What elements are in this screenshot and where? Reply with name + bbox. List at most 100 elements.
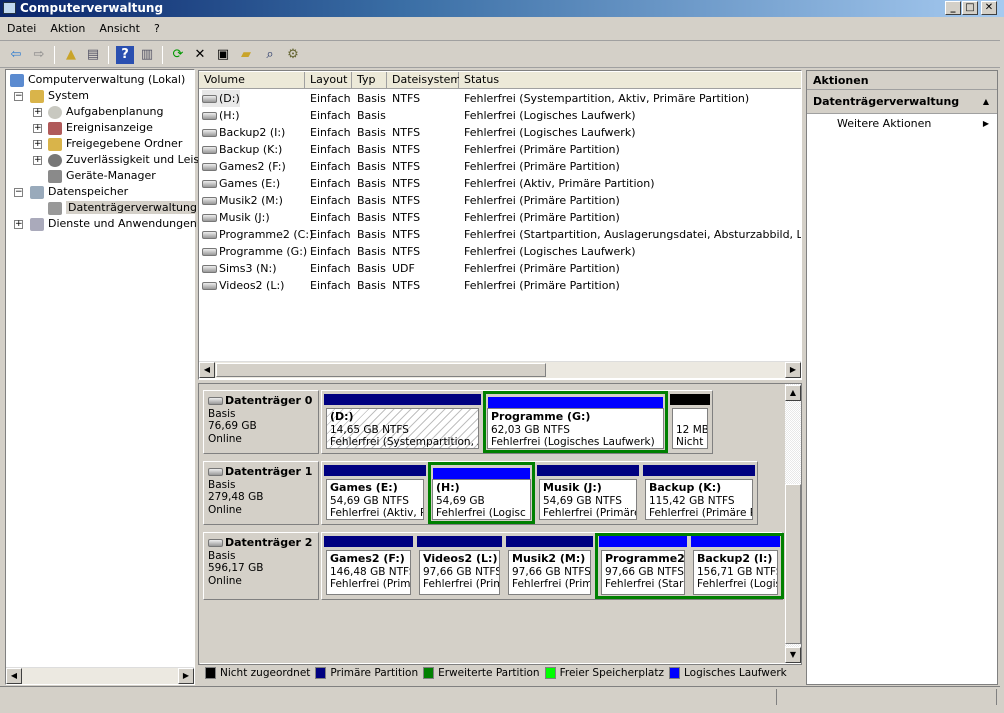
volume-cell: NTFS (392, 143, 421, 156)
column-header-layout[interactable]: Layout (305, 72, 352, 89)
tree-horizontal-scrollbar[interactable]: ◀ ▶ (6, 667, 194, 684)
expand-services[interactable]: + (14, 220, 23, 229)
partition[interactable]: Musik2 (M:) 97,66 GB NTFS Fehlerfrei (Prim (504, 533, 595, 599)
list-horizontal-scrollbar[interactable]: ◀ ▶ (199, 361, 801, 378)
partition-type-bar (643, 465, 755, 476)
expand-shared-folders[interactable]: + (33, 140, 42, 149)
partition[interactable]: Musik (J:) 54,69 GB NTFS Fehlerfrei (Primä… (535, 462, 641, 524)
maximize-button[interactable]: □ (962, 1, 978, 15)
scroll-thumb[interactable] (785, 484, 801, 644)
volume-row[interactable]: Programme2 (C:) Einfach Basis NTFS Fehlerfre… (199, 226, 801, 243)
volume-cell: Programme (G:) (219, 245, 308, 258)
column-header-status[interactable]: Status (459, 72, 801, 89)
volume-row[interactable]: Sims3 (N:) Einfach Basis UDF Fehlerfrei (Pri… (199, 260, 801, 277)
partition-type-bar (324, 394, 481, 405)
partition[interactable]: (D:) 14,65 GB NTFS Fehlerfrei (Systemparti… (322, 391, 483, 453)
partition-type-bar (417, 536, 502, 547)
volume-cell: Einfach (310, 228, 351, 241)
settings-icon[interactable]: ⚙ (284, 46, 302, 64)
volume-row[interactable]: Games2 (F:) Einfach Basis NTFS Fehlerfrei (P… (199, 158, 801, 175)
scroll-up-button[interactable]: ▲ (785, 385, 801, 401)
partition-name: Games (E:) (330, 481, 398, 494)
expand-event-viewer[interactable]: + (33, 124, 42, 133)
scroll-right-button[interactable]: ▶ (178, 668, 194, 684)
tree-item-device-manager[interactable]: Geräte-Manager (48, 168, 156, 184)
tree-item-system[interactable]: System (30, 88, 89, 104)
volume-cell: Basis (357, 177, 386, 190)
scroll-right-button[interactable]: ▶ (785, 362, 801, 378)
up-folder-icon[interactable]: ▲ (62, 46, 80, 64)
volume-row[interactable]: Games (E:) Einfach Basis NTFS Fehlerfrei (Ak… (199, 175, 801, 192)
partition[interactable]: Games2 (F:) 146,48 GB NTFS Fehlerfrei (Pri… (322, 533, 415, 599)
volume-cell: NTFS (392, 92, 421, 105)
drive-icon (202, 146, 217, 154)
volume-row[interactable]: (D:) Einfach Basis NTFS Fehlerfrei (Systempa… (199, 90, 801, 107)
volume-row[interactable]: Backup2 (I:) Einfach Basis NTFS Fehlerfrei (… (199, 124, 801, 141)
tree-item-task-scheduler[interactable]: Aufgabenplanung (48, 104, 164, 120)
refresh-icon[interactable]: ⟳ (169, 46, 187, 64)
tree-item-event-viewer[interactable]: Ereignisanzeige (48, 120, 153, 136)
volume-row[interactable]: (H:) Einfach Basis Fehlerfrei (Logisches La… (199, 107, 801, 124)
partition-status: Fehlerfrei (Prim (512, 578, 591, 590)
minimize-button[interactable]: _ (945, 1, 961, 15)
column-header-type[interactable]: Typ (352, 72, 387, 89)
forward-icon[interactable]: ⇨ (30, 46, 48, 64)
partition[interactable]: Videos2 (L:) 97,66 GB NTFS Fehlerfrei (Pri… (415, 533, 504, 599)
scroll-left-button[interactable]: ◀ (199, 362, 215, 378)
partition[interactable]: 12 MB Nicht (668, 391, 712, 453)
disk-label[interactable]: Datenträger 1 Basis 279,48 GB Online (203, 461, 319, 525)
volume-row[interactable]: Musik (J:) Einfach Basis NTFS Fehlerfrei (Pr… (199, 209, 801, 226)
column-header-filesystem[interactable]: Dateisystem (387, 72, 461, 89)
search-icon[interactable]: ⌕ (261, 46, 279, 64)
tree-item-storage[interactable]: Datenspeicher (30, 184, 128, 200)
disk-label[interactable]: Datenträger 2 Basis 596,17 GB Online (203, 532, 319, 600)
disk-size: 76,69 GB (208, 420, 257, 432)
volume-cell: Einfach (310, 194, 351, 207)
volume-cell: Games (E:) (219, 177, 281, 190)
tree-item-services[interactable]: Dienste und Anwendungen (30, 216, 197, 232)
tree-item-disk-management[interactable]: Datenträgerverwaltung (48, 200, 199, 216)
legend-label: Freier Speicherplatz (559, 667, 664, 679)
volume-cell: Basis (357, 109, 386, 122)
expand-task-scheduler[interactable]: + (33, 108, 42, 117)
collapse-storage[interactable]: − (14, 188, 23, 197)
partition[interactable]: Programme2 97,66 GB NTFS Fehlerfrei (Star (597, 533, 689, 599)
disk-vertical-scrollbar[interactable]: ▲ ▼ (785, 384, 801, 664)
menu-help[interactable]: ? (147, 18, 167, 39)
volume-row[interactable]: Musik2 (M:) Einfach Basis NTFS Fehlerfrei (P… (199, 192, 801, 209)
expand-reliability[interactable]: + (33, 156, 42, 165)
partition[interactable]: (H:) 54,69 GB Fehlerfrei (Logisc (428, 462, 535, 524)
menu-bar: Datei Aktion Ansicht? (0, 18, 1000, 41)
properties-icon[interactable]: ▣ (214, 46, 232, 64)
partition[interactable]: Backup (K:) 115,42 GB NTFS Fehlerfrei (Pri… (641, 462, 757, 524)
tree-item-shared-folders[interactable]: Freigegebene Ordner (48, 136, 182, 152)
partition-name: Programme (G:) (491, 410, 591, 423)
show-hide-tree-icon[interactable]: ▤ (84, 46, 102, 64)
open-folder-icon[interactable]: ▰ (237, 46, 255, 64)
action-more-actions[interactable]: Weitere Aktionen ▶ (807, 114, 997, 134)
delete-icon[interactable]: ✕ (191, 46, 209, 64)
partition[interactable]: Programme (G:) 62,03 GB NTFS Fehlerfrei (L… (483, 391, 668, 453)
show-hide-actions-icon[interactable]: ▥ (138, 46, 156, 64)
partition[interactable]: Games (E:) 54,69 GB NTFS Fehlerfrei (Aktiv… (322, 462, 428, 524)
actions-section-disk-management[interactable]: Datenträgerverwaltung ▲ (807, 90, 997, 114)
close-button[interactable]: ✕ (981, 1, 997, 15)
menu-ansicht[interactable]: Ansicht (92, 18, 147, 39)
disk-label[interactable]: Datenträger 0 Basis 76,69 GB Online (203, 390, 319, 454)
scroll-down-button[interactable]: ▼ (785, 647, 801, 663)
volume-row[interactable]: Programme (G:) Einfach Basis NTFS Fehlerfrei… (199, 243, 801, 260)
menu-aktion[interactable]: Aktion (43, 18, 92, 39)
menu-datei[interactable]: Datei (0, 18, 43, 39)
back-icon[interactable]: ⇦ (7, 46, 25, 64)
volume-cell: Games2 (F:) (219, 160, 286, 173)
volume-row[interactable]: Videos2 (L:) Einfach Basis NTFS Fehlerfrei (… (199, 277, 801, 294)
tree-root[interactable]: Computerverwaltung (Lokal) (10, 72, 185, 88)
scroll-left-button[interactable]: ◀ (6, 668, 22, 684)
collapse-system[interactable]: − (14, 92, 23, 101)
column-header-volume[interactable]: Volume (199, 72, 305, 89)
partition[interactable]: Backup2 (I:) 156,71 GB NTFS Fehlerfrei (Lo… (689, 533, 782, 599)
scroll-thumb[interactable] (216, 363, 546, 377)
volume-cell: Einfach (310, 143, 351, 156)
help-icon[interactable]: ? (116, 46, 134, 64)
volume-row[interactable]: Backup (K:) Einfach Basis NTFS Fehlerfrei (P… (199, 141, 801, 158)
